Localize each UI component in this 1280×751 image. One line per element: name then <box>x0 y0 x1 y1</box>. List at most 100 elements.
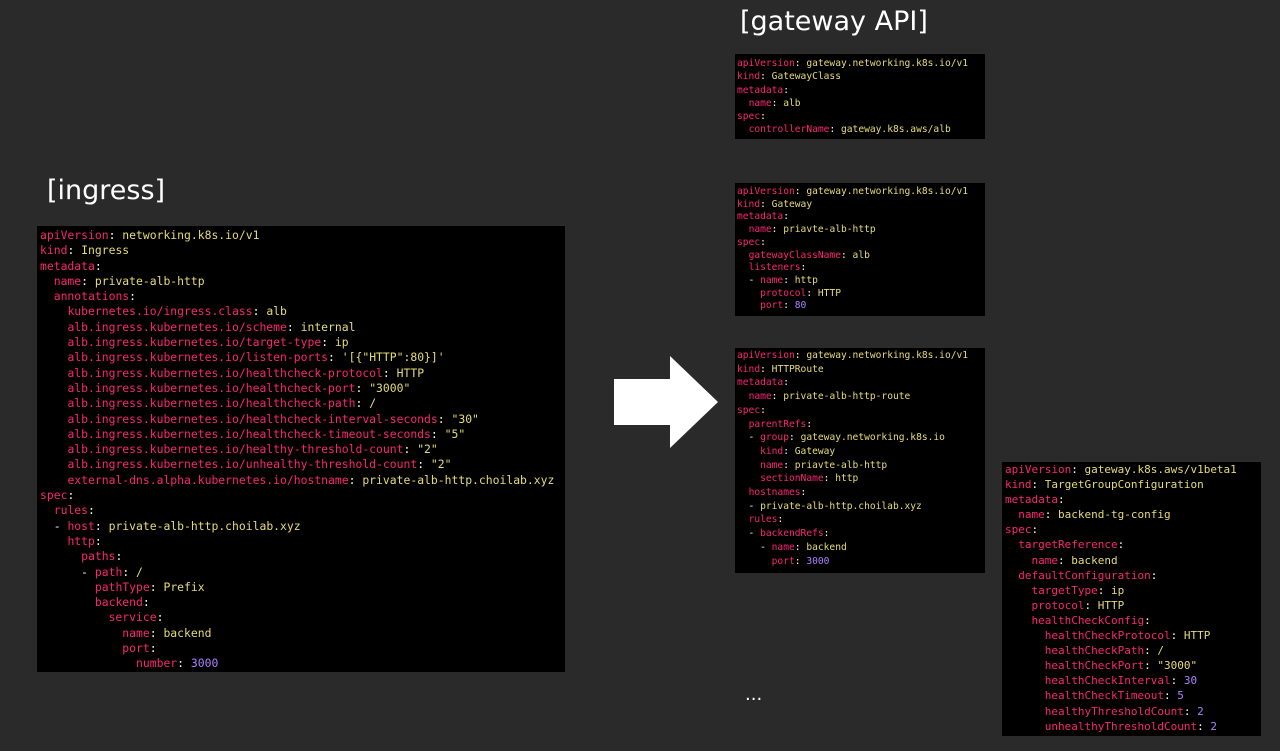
code-key: kubernetes.io/ingress.class <box>67 304 253 319</box>
code-line: metadata: <box>737 211 789 223</box>
code-key: apiVersion <box>737 350 795 361</box>
code-key: spec <box>1005 523 1032 537</box>
code-line: alb.ingress.kubernetes.io/unhealthy-thre… <box>67 457 452 472</box>
code-value: Ingress <box>81 243 130 258</box>
code-value: "2" <box>417 442 438 457</box>
code-value: backend-tg-config <box>1058 508 1171 522</box>
code-line: name: priavte-alb-http <box>760 459 888 471</box>
code-key: paths <box>81 549 116 564</box>
code-key: alb.ingress.kubernetes.io/unhealthy-thre… <box>67 457 418 472</box>
code-value: gateway.networking.k8s.io/v1 <box>806 350 969 361</box>
code-line: gatewayClassName: alb <box>748 249 870 261</box>
code-key: backend <box>94 595 143 610</box>
code-line: healthCheckTimeout: 5 <box>1044 689 1184 703</box>
code-line: kind: GatewayClass <box>737 71 841 83</box>
code-line: apiVersion: gateway.networking.k8s.io/v1 <box>737 186 969 197</box>
code-line: metadata: <box>1005 493 1065 507</box>
code-line: kubernetes.io/ingress.class: alb <box>67 304 287 319</box>
code-line: external-dns.alpha.kubernetes.io/hostnam… <box>67 472 555 487</box>
code-value: "3000" <box>369 380 411 395</box>
code-line: alb.ingress.kubernetes.io/listen-ports: … <box>67 350 445 365</box>
code-value: GatewayClass <box>771 71 841 83</box>
code-line: healthCheckPath: / <box>1044 644 1164 658</box>
code-key: healthyThresholdCount <box>1044 704 1184 718</box>
code-key: group <box>760 432 789 444</box>
code-key: kind <box>737 198 761 210</box>
code-value: "3000" <box>1157 659 1198 673</box>
code-line: healthCheckInterval: 30 <box>1044 674 1198 688</box>
code-key: name <box>122 625 150 640</box>
code-line: protocol: HTTP <box>1031 598 1125 612</box>
code-line: name: backend <box>1031 553 1118 567</box>
code-key: name <box>748 97 772 109</box>
code-key: kind <box>737 363 761 375</box>
code-value: gateway.k8s.aws/alb <box>841 124 951 136</box>
code-line: - group: gateway.networking.k8s.io <box>737 432 945 444</box>
code-line: rules: <box>748 514 784 526</box>
code-value: "2" <box>430 457 452 472</box>
code-value: "30" <box>451 411 479 426</box>
code-line: apiVersion: gateway.networking.k8s.io/v1 <box>737 58 969 69</box>
code-value: Gateway <box>771 198 813 210</box>
code-key: port <box>771 555 795 567</box>
ellipsis-text: ... <box>745 684 763 705</box>
code-line: protocol: HTTP <box>760 287 841 299</box>
code-key: healthCheckPath <box>1044 644 1145 658</box>
code-value: http <box>794 274 818 286</box>
code-key: rules <box>53 503 89 518</box>
code-value: Gateway <box>794 445 836 457</box>
code-line: metadata: <box>737 377 789 389</box>
code-key: controllerName <box>748 124 830 136</box>
code-key: alb.ingress.kubernetes.io/healthcheck-po… <box>67 380 356 395</box>
code-line: alb.ingress.kubernetes.io/healthcheck-pa… <box>67 396 377 411</box>
code-line: name: private-alb-http <box>53 273 205 288</box>
code-key: name <box>1031 553 1059 567</box>
code-line: name: backend-tg-config <box>1018 508 1171 522</box>
code-value: gateway.networking.k8s.io/v1 <box>806 58 969 69</box>
code-key: apiVersion <box>1005 463 1072 476</box>
code-line: http: <box>67 533 102 548</box>
code-line: parentRefs: <box>748 418 813 430</box>
code-line: healthCheckProtocol: HTTP <box>1044 629 1211 643</box>
code-line: alb.ingress.kubernetes.io/healthcheck-po… <box>67 380 411 395</box>
code-key: apiVersion <box>40 228 109 242</box>
code-key: rules <box>748 514 778 526</box>
code-line: unhealthyThresholdCount: 2 <box>1044 719 1217 733</box>
code-key: spec <box>737 404 761 416</box>
code-key: alb.ingress.kubernetes.io/listen-ports <box>67 350 329 365</box>
code-line: - name: backend <box>737 541 847 553</box>
code-key: healthCheckPort <box>1044 659 1145 673</box>
code-key: http <box>67 533 95 548</box>
code-value: 2 <box>1210 719 1217 733</box>
code-line: controllerName: gateway.k8s.aws/alb <box>748 124 951 136</box>
code-line: alb.ingress.kubernetes.io/target-type: i… <box>67 335 349 350</box>
code-line: alb.ingress.kubernetes.io/healthcheck-pr… <box>67 365 425 380</box>
code-key: host <box>67 518 95 533</box>
code-line: number: 3000 <box>136 656 219 671</box>
code-value: gateway.k8s.aws/v1beta1 <box>1084 463 1237 476</box>
code-key: parentRefs <box>748 418 807 430</box>
code-line: apiVersion: gateway.k8s.aws/v1beta1 <box>1005 463 1237 476</box>
code-value: backend <box>1071 553 1118 567</box>
code-line: spec: <box>40 488 75 503</box>
code-value: alb <box>783 97 801 109</box>
code-key: kind <box>760 445 784 457</box>
code-key: apiVersion <box>737 58 795 69</box>
code-line: - name: http <box>737 274 818 286</box>
code-line: - private-alb-http.choilab.xyz <box>737 500 922 512</box>
code-line: alb.ingress.kubernetes.io/healthy-thresh… <box>67 442 438 457</box>
code-line: spec: <box>737 111 766 123</box>
code-key: spec <box>40 488 68 503</box>
code-key: service <box>108 610 157 625</box>
code-line: pathType: Prefix <box>94 579 205 594</box>
code-key: targetReference <box>1018 538 1118 552</box>
right-arrow-icon <box>614 356 718 448</box>
code-key: metadata <box>1005 493 1058 507</box>
code-line: alb.ingress.kubernetes.io/healthcheck-ti… <box>67 426 466 441</box>
code-value: backend <box>163 625 212 640</box>
code-key: name <box>760 459 784 471</box>
gateway-api-heading: [gateway API] <box>740 6 928 37</box>
code-value: Prefix <box>163 579 205 594</box>
code-value: private-alb-http.choilab.xyz <box>760 500 922 512</box>
code-line: hostnames: <box>748 487 807 499</box>
